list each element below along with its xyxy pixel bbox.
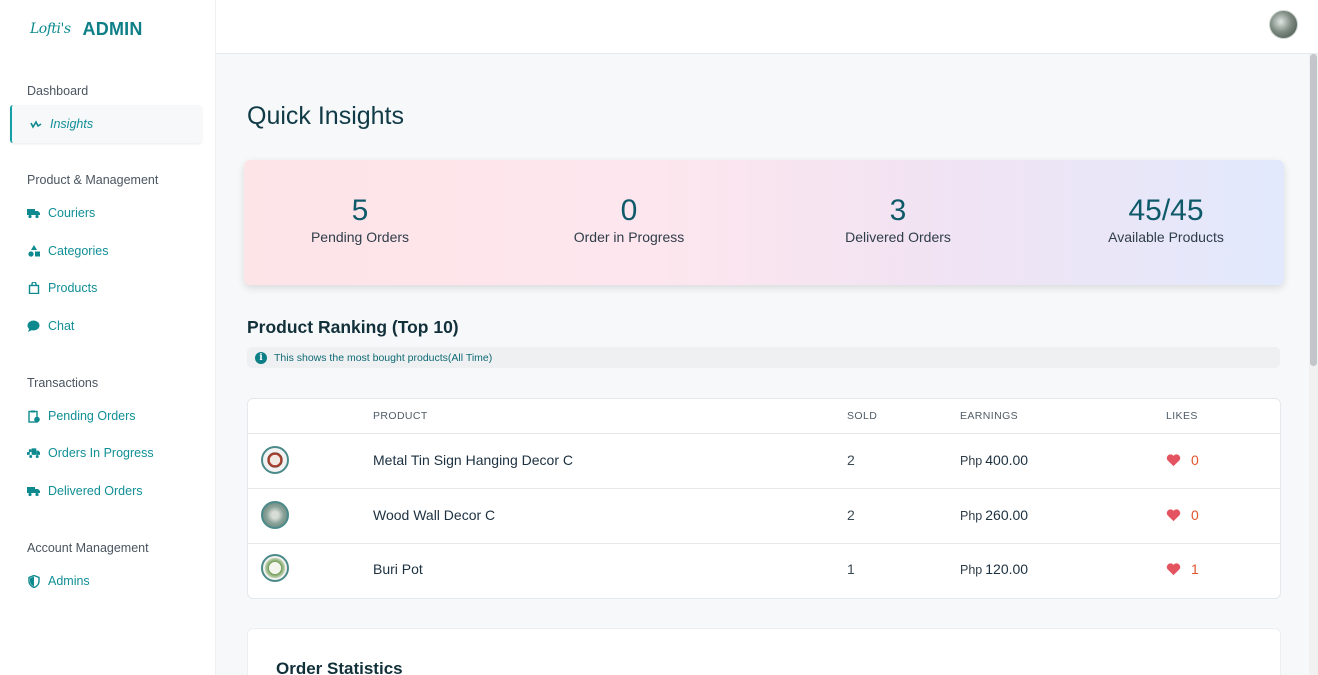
stat-value: 5	[351, 194, 369, 227]
earnings-value: 260.00	[985, 507, 1029, 523]
likes-count: 0	[1191, 452, 1199, 468]
sidebar-section-account-management: Account Management	[27, 541, 149, 555]
scrollbar-thumb[interactable]	[1310, 54, 1317, 366]
sidebar-item-orders-in-progress[interactable]: Orders In Progress	[27, 443, 154, 463]
delivery-truck-icon	[27, 447, 40, 460]
shield-icon	[27, 574, 40, 588]
currency-label: Php	[960, 454, 983, 468]
stats-card: 5 Pending Orders 0 Order in Progress 3 D…	[244, 160, 1284, 285]
sidebar-item-delivered-orders[interactable]: Delivered Orders	[27, 481, 142, 501]
brand[interactable]: Lofti's ADMIN	[30, 16, 143, 42]
truck-icon	[27, 207, 40, 220]
sidebar-item-label: Admins	[48, 574, 90, 588]
pulse-icon	[29, 118, 42, 131]
table-row[interactable]: Metal Tin Sign Hanging Decor C 2 Php 400.…	[248, 434, 1280, 489]
sidebar-section-transactions: Transactions	[27, 376, 99, 390]
top-bar	[216, 0, 1318, 54]
heart-icon	[1166, 562, 1181, 577]
product-thumbnail[interactable]	[261, 446, 289, 474]
sidebar-section-dashboard: Dashboard	[27, 84, 89, 98]
sidebar-item-pending-orders[interactable]: Pending Orders	[27, 406, 136, 426]
sidebar-item-chat[interactable]: Chat	[27, 316, 74, 336]
column-header-product: PRODUCT	[373, 410, 428, 422]
sidebar-item-label: Products	[48, 281, 98, 295]
product-thumbnail[interactable]	[261, 554, 289, 582]
table-row[interactable]: Wood Wall Decor C 2 Php 260.00 0	[248, 489, 1280, 544]
sold-count: 2	[847, 507, 855, 523]
product-name: Metal Tin Sign Hanging Decor C	[373, 452, 573, 468]
stat-order-in-progress: 0 Order in Progress	[519, 194, 739, 245]
sidebar-item-insights[interactable]: Insights	[10, 105, 202, 143]
sidebar: Lofti's ADMIN Dashboard Insights Product…	[0, 0, 216, 675]
clipboard-clock-icon	[27, 410, 40, 423]
page-title: Quick Insights	[247, 102, 405, 130]
earnings-value: 400.00	[985, 452, 1029, 468]
sidebar-item-label: Insights	[50, 117, 94, 131]
sidebar-section-product-management: Product & Management	[27, 173, 159, 187]
stat-label: Order in Progress	[573, 229, 685, 245]
sold-count: 1	[847, 561, 855, 577]
product-name: Buri Pot	[373, 561, 423, 577]
sidebar-item-admins[interactable]: Admins	[27, 571, 90, 591]
heart-icon	[1166, 453, 1181, 468]
info-note: i This shows the most bought products(Al…	[247, 347, 1280, 368]
sold-count: 2	[847, 452, 855, 468]
likes-count: 1	[1191, 561, 1199, 577]
earnings: Php 400.00	[960, 452, 1028, 468]
stat-available-products: 45/45 Available Products	[1056, 194, 1276, 245]
stat-label: Available Products	[1108, 229, 1224, 245]
likes[interactable]: 1	[1166, 561, 1199, 577]
currency-label: Php	[960, 563, 983, 577]
heart-icon	[1166, 508, 1181, 523]
user-avatar[interactable]	[1269, 10, 1298, 39]
sidebar-item-label: Delivered Orders	[48, 484, 143, 498]
order-statistics-card: Order Statistics	[247, 628, 1281, 675]
brand-title: ADMIN	[82, 18, 143, 39]
sidebar-item-label: Chat	[48, 319, 75, 333]
info-text: This shows the most bought products(All …	[274, 351, 493, 364]
stat-label: Delivered Orders	[845, 229, 951, 245]
product-name: Wood Wall Decor C	[373, 507, 496, 523]
earnings: Php 260.00	[960, 507, 1028, 523]
sidebar-item-label: Couriers	[48, 206, 96, 220]
currency-label: Php	[960, 509, 983, 523]
stat-label: Pending Orders	[310, 229, 410, 245]
likes-count: 0	[1191, 507, 1199, 523]
table-header: PRODUCT SOLD EARNINGS LIKES	[248, 399, 1280, 434]
brand-logo: Lofti's	[30, 21, 71, 37]
column-header-sold: SOLD	[847, 410, 878, 422]
column-header-earnings: EARNINGS	[960, 410, 1019, 422]
likes[interactable]: 0	[1166, 507, 1199, 523]
earnings-value: 120.00	[985, 561, 1029, 577]
stat-pending-orders: 5 Pending Orders	[250, 194, 470, 245]
likes[interactable]: 0	[1166, 452, 1199, 468]
stat-value: 0	[620, 194, 638, 227]
sidebar-item-label: Orders In Progress	[48, 446, 154, 460]
product-ranking-title: Product Ranking (Top 10)	[247, 317, 459, 337]
product-thumbnail[interactable]	[261, 501, 289, 529]
sidebar-item-couriers[interactable]: Couriers	[27, 203, 95, 223]
stat-value: 45/45	[1128, 194, 1204, 227]
info-icon: i	[255, 351, 267, 364]
product-ranking-table: PRODUCT SOLD EARNINGS LIKES Metal Tin Si…	[247, 398, 1281, 599]
earnings: Php 120.00	[960, 561, 1028, 577]
sidebar-item-label: Categories	[48, 244, 109, 258]
sidebar-item-products[interactable]: Products	[27, 278, 97, 298]
chat-bubble-icon	[27, 320, 40, 333]
sidebar-item-label: Pending Orders	[48, 409, 136, 423]
order-statistics-title: Order Statistics	[276, 659, 403, 675]
bag-icon	[27, 282, 40, 295]
shapes-icon	[27, 245, 40, 258]
table-row[interactable]: Buri Pot 1 Php 120.00 1	[248, 544, 1280, 598]
sidebar-item-categories[interactable]: Categories	[27, 241, 108, 261]
stat-delivered-orders: 3 Delivered Orders	[788, 194, 1008, 245]
stat-value: 3	[889, 194, 907, 227]
truck-icon	[27, 485, 40, 498]
column-header-likes: LIKES	[1166, 410, 1198, 422]
